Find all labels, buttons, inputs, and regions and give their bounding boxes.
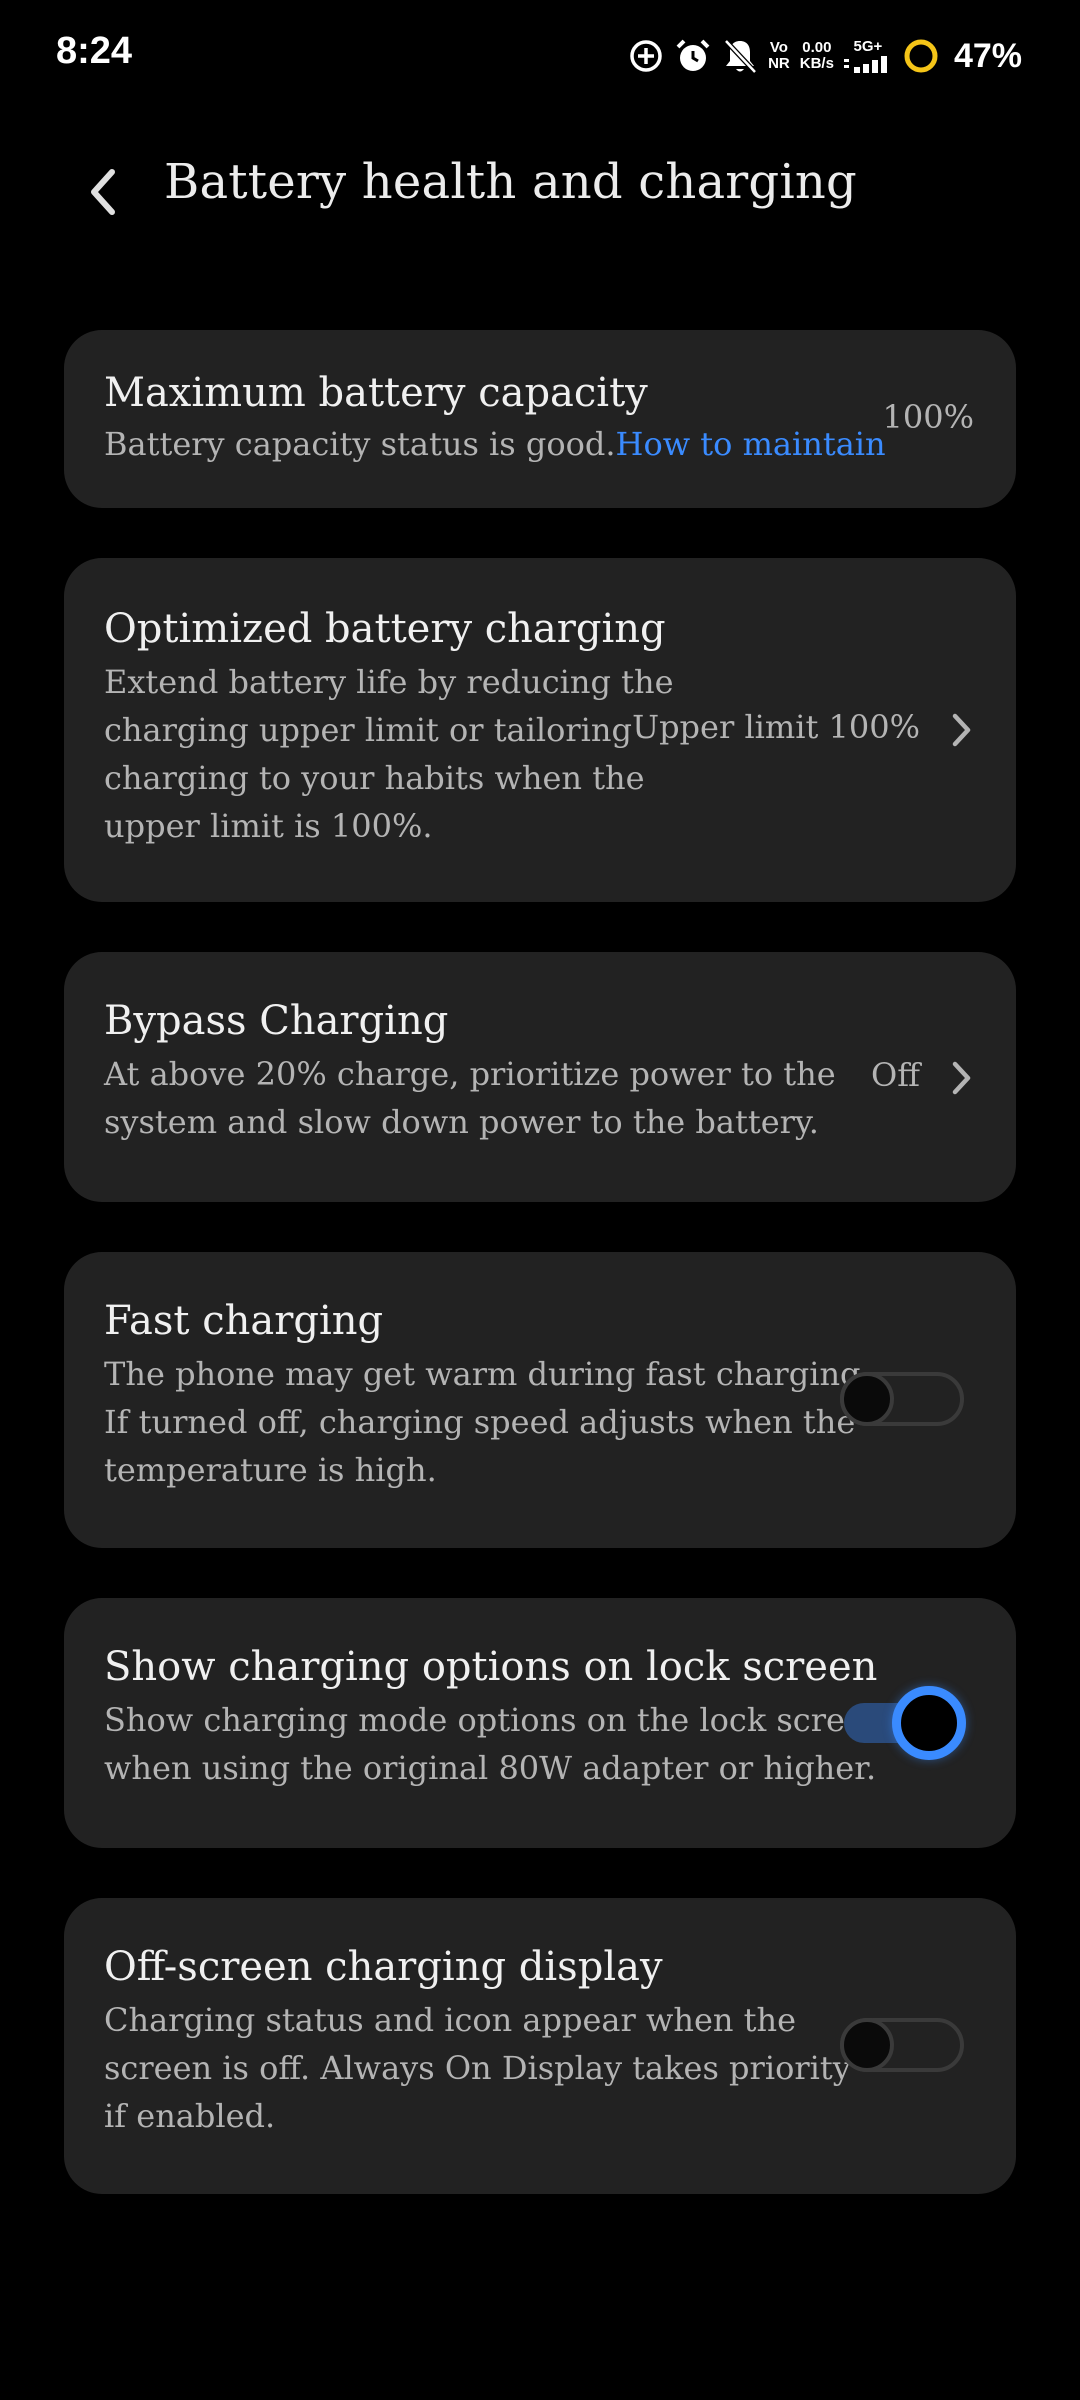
alarm-icon	[674, 37, 712, 75]
optimized-charging-card[interactable]: Optimized battery charging Extend batter…	[64, 558, 1016, 902]
offscreen-charging-card: Off-screen charging display Charging sta…	[64, 1898, 1016, 2194]
fast-charging-card: Fast charging The phone may get warm dur…	[64, 1252, 1016, 1548]
signal-indicator: 5G+	[843, 38, 892, 73]
network-speed-value: 0.00	[802, 39, 832, 56]
chevron-right-icon	[952, 1061, 971, 1095]
page-title: Battery health and charging	[164, 154, 857, 210]
bypass-charging-title: Bypass Charging	[104, 998, 449, 1044]
optimized-charging-desc-line: charging upper limit or tailoring	[104, 711, 632, 749]
optimized-charging-desc: Extend battery life by reducing the char…	[104, 658, 674, 850]
optimized-charging-desc-line: upper limit is 100%.	[104, 807, 433, 845]
signal-type-text: 5G+	[853, 38, 883, 55]
optimized-charging-title: Optimized battery charging	[104, 606, 666, 652]
offscreen-charging-desc-line: screen is off. Always On Display takes p…	[104, 2049, 851, 2087]
network-speed-unit: KB/s	[799, 55, 834, 72]
fast-charging-desc: The phone may get warm during fast charg…	[104, 1350, 871, 1494]
battery-capacity-card: Maximum battery capacity Battery capacit…	[64, 330, 1016, 508]
fast-charging-desc-line: temperature is high.	[104, 1451, 437, 1489]
offscreen-charging-desc-line: if enabled.	[104, 2097, 276, 2135]
bypass-charging-card[interactable]: Bypass Charging At above 20% charge, pri…	[64, 952, 1016, 1202]
status-time: 8:24	[56, 30, 133, 72]
toggle-thumb	[892, 1686, 966, 1760]
bypass-charging-desc: At above 20% charge, prioritize power to…	[104, 1050, 836, 1146]
network-speed: 0.00 KB/s	[800, 40, 834, 72]
lockscreen-charging-card: Show charging options on lock screen Sho…	[64, 1598, 1016, 1848]
optimized-charging-value: Upper limit 100%	[632, 708, 920, 746]
offscreen-charging-desc: Charging status and icon appear when the…	[104, 1996, 851, 2140]
chevron-left-icon	[91, 169, 115, 215]
volte-indicator: Vo NR	[768, 40, 790, 72]
lockscreen-charging-title: Show charging options on lock screen	[104, 1644, 878, 1690]
status-bar: 8:24 Vo NR 0.00 KB/s 5G+ 47%	[0, 0, 1080, 116]
offscreen-charging-title: Off-screen charging display	[104, 1944, 663, 1990]
chevron-right-icon	[952, 713, 971, 747]
add-circle-icon	[628, 38, 664, 74]
toggle-thumb	[840, 2018, 894, 2072]
battery-capacity-status: Battery capacity status is good.	[104, 425, 616, 463]
lockscreen-charging-desc-line: when using the original 80W adapter or h…	[104, 1749, 877, 1787]
optimized-charging-desc-line: charging to your habits when the	[104, 759, 645, 797]
fast-charging-desc-line: If turned off, charging speed adjusts wh…	[104, 1403, 856, 1441]
toggle-thumb	[840, 1372, 894, 1426]
fast-charging-toggle[interactable]	[840, 1364, 968, 1434]
status-icons: Vo NR 0.00 KB/s 5G+ 47%	[628, 34, 1022, 78]
battery-capacity-desc: Battery capacity status is good.How to m…	[104, 420, 886, 468]
offscreen-charging-desc-line: Charging status and icon appear when the	[104, 2001, 797, 2039]
volte-bottom-text: NR	[768, 55, 790, 72]
bypass-charging-desc-line: system and slow down power to the batter…	[104, 1103, 819, 1141]
battery-capacity-value: 100%	[882, 398, 974, 436]
signal-bars-icon	[843, 55, 892, 73]
bypass-charging-desc-line: At above 20% charge, prioritize power to…	[104, 1055, 836, 1093]
fast-charging-title: Fast charging	[104, 1298, 384, 1344]
back-button[interactable]	[74, 162, 130, 222]
lockscreen-charging-desc-line: Show charging mode options on the lock s…	[104, 1701, 885, 1739]
offscreen-charging-toggle[interactable]	[840, 2010, 968, 2080]
how-to-maintain-link[interactable]: How to maintain	[616, 425, 886, 463]
optimized-charging-desc-line: Extend battery life by reducing the	[104, 663, 674, 701]
bypass-charging-value: Off	[871, 1056, 920, 1094]
fast-charging-desc-line: The phone may get warm during fast charg…	[104, 1355, 871, 1393]
notifications-off-icon	[722, 37, 758, 75]
volte-top-text: Vo	[769, 39, 788, 56]
lockscreen-charging-desc: Show charging mode options on the lock s…	[104, 1696, 885, 1792]
page-header: Battery health and charging	[0, 140, 1080, 240]
battery-capacity-title: Maximum battery capacity	[104, 370, 648, 416]
lockscreen-charging-toggle[interactable]	[840, 1686, 968, 1760]
battery-ring-icon	[902, 37, 940, 75]
battery-percent: 47%	[953, 36, 1022, 75]
